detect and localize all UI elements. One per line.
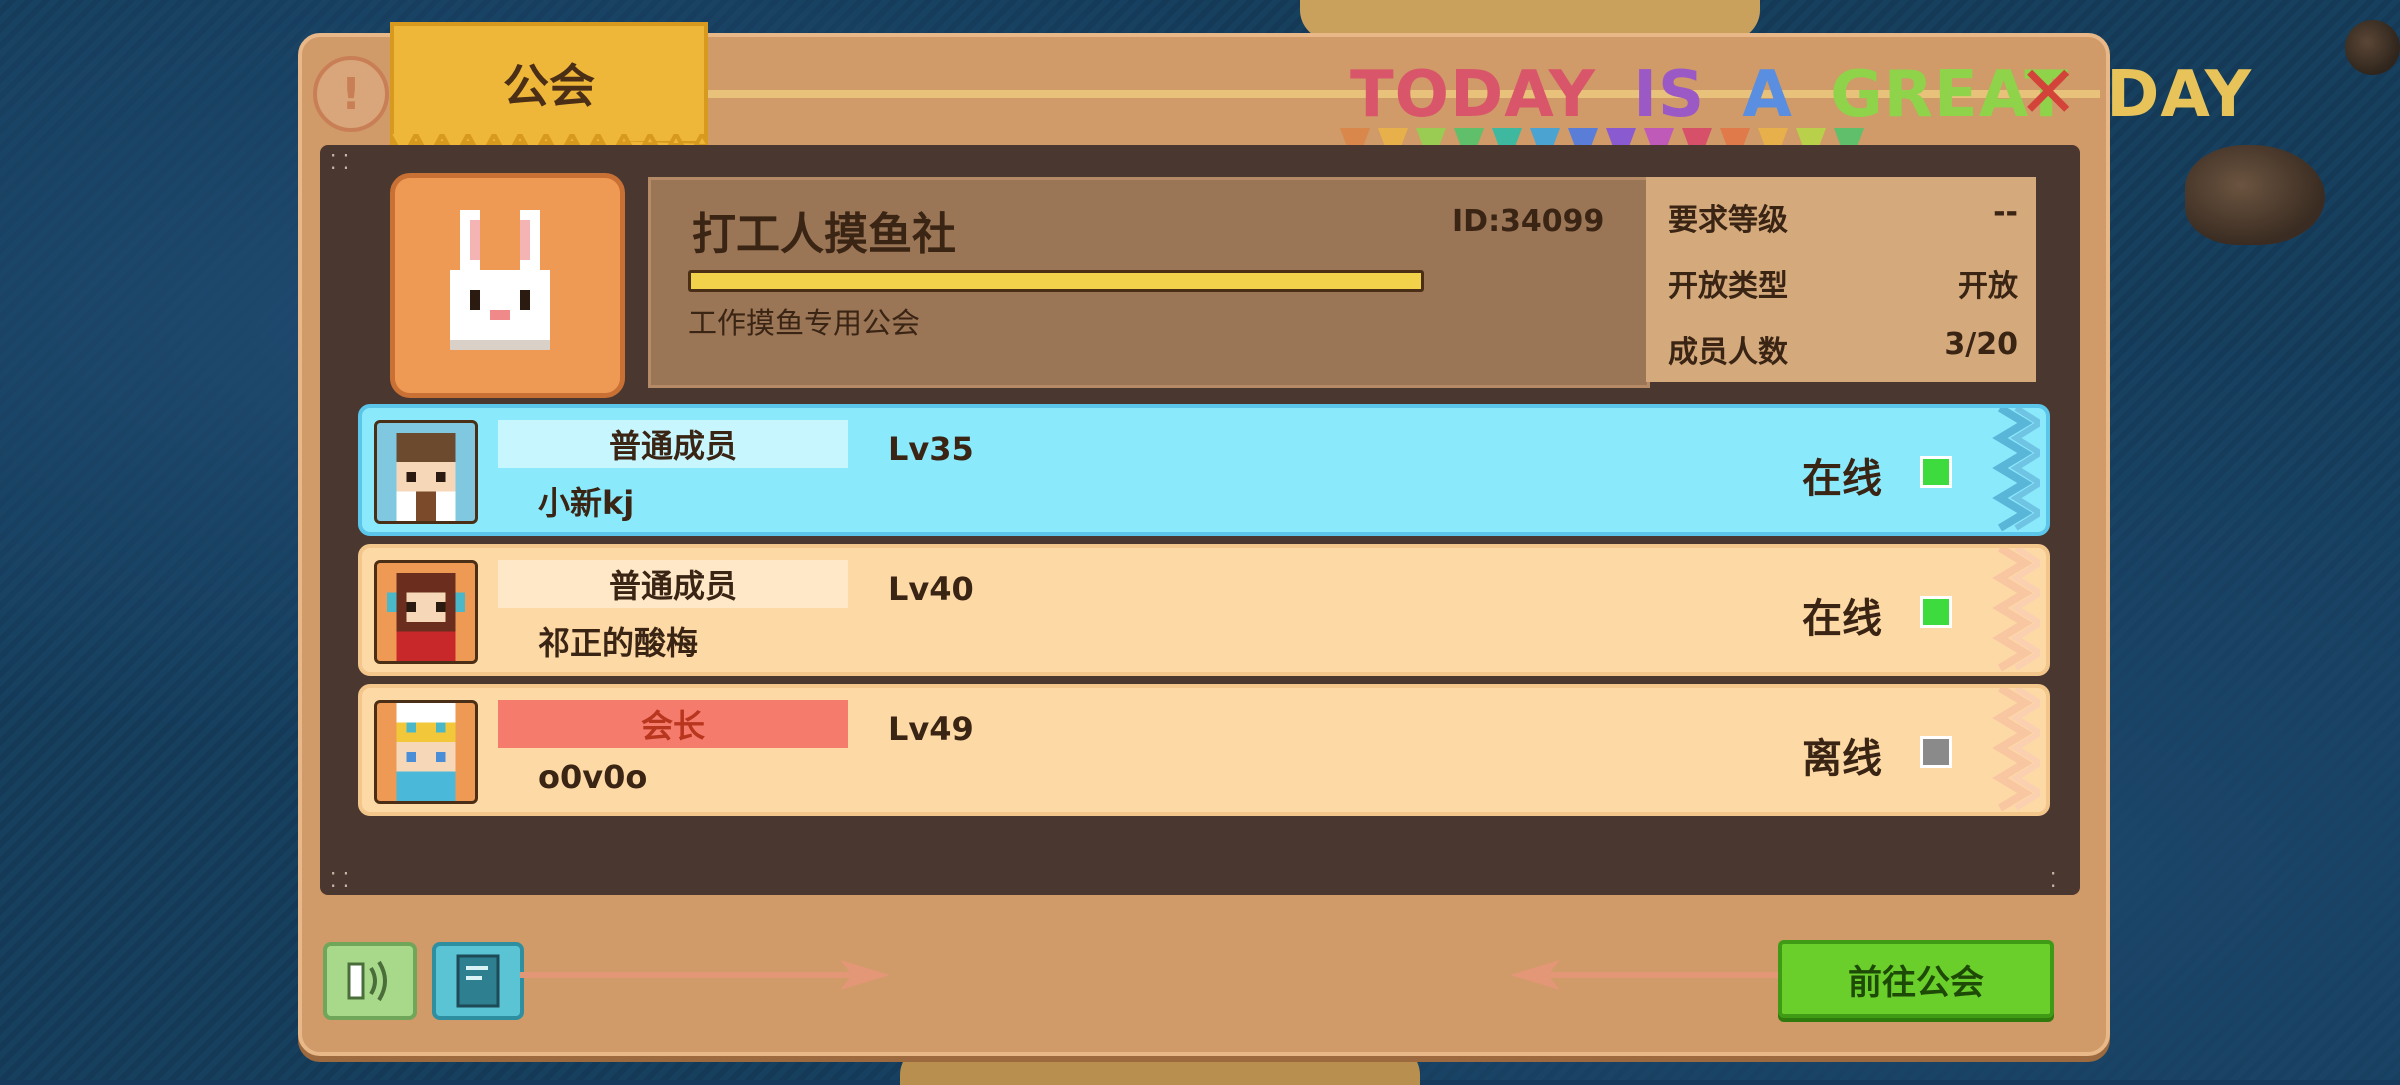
close-icon: ✕ — [2018, 50, 2079, 134]
member-row[interactable]: 会长 o0v0o Lv49 离线 — [358, 684, 2050, 816]
guild-name: 打工人摸鱼社 — [692, 209, 956, 260]
stat-label: 成员人数 — [1668, 335, 1788, 370]
guild-progress-bar — [688, 270, 1424, 292]
log-button[interactable] — [432, 942, 524, 1020]
bunny-icon — [450, 210, 550, 350]
voice-button[interactable] — [323, 942, 417, 1020]
member-row[interactable]: 普通成员 小新kj Lv35 在线 — [358, 404, 2050, 536]
banner-word: A — [1742, 58, 1793, 132]
corner-dots: ⁚ ⁚ — [330, 150, 350, 174]
close-button[interactable]: ✕ — [2018, 56, 2078, 128]
member-name: 小新kj — [538, 484, 635, 522]
member-name: o0v0o — [538, 758, 648, 796]
arrow-left-icon — [1510, 960, 1560, 990]
info-icon: ! — [340, 68, 362, 120]
stat-value: 开放 — [1958, 269, 2018, 304]
book-icon — [456, 954, 500, 1008]
corner-dots: ⁚ — [2050, 868, 2057, 892]
guild-description: 工作摸鱼专用公会 — [688, 306, 921, 340]
member-avatar — [374, 700, 478, 804]
member-name: 祁正的酸梅 — [538, 624, 699, 662]
member-row[interactable]: 普通成员 祁正的酸梅 Lv40 在线 — [358, 544, 2050, 676]
guild-stats: 要求等级 -- 开放类型 开放 成员人数 3/20 — [1646, 177, 2036, 382]
member-role-badge: 会长 — [498, 700, 848, 748]
stat-value: 3/20 — [1944, 327, 2018, 362]
banner-word: IS — [1633, 58, 1706, 132]
row-zigzag-decor — [1992, 548, 2040, 672]
decor-line — [1540, 972, 1780, 978]
status-dot — [1920, 596, 1952, 628]
member-role-badge: 普通成员 — [498, 420, 848, 468]
guild-tab-tag: 公会 — [390, 22, 708, 163]
guild-id: ID:34099 — [1452, 204, 1605, 239]
stat-open-type: 开放类型 开放 — [1668, 261, 2018, 304]
member-level: Lv40 — [888, 570, 974, 608]
member-role-badge: 普通成员 — [498, 560, 848, 608]
decor-line — [520, 972, 860, 978]
member-level: Lv49 — [888, 710, 974, 748]
speaker-icon — [347, 960, 387, 1002]
row-zigzag-decor — [1992, 408, 2040, 532]
go-to-guild-button[interactable]: 前往公会 — [1778, 940, 2054, 1018]
status-dot — [1920, 736, 1952, 768]
corner-dots: ⁚ ⁚ — [330, 868, 350, 892]
member-status: 离线 — [1802, 736, 1882, 782]
banner-word: DAY — [2106, 58, 2253, 132]
page-title: 公会 — [503, 59, 595, 113]
status-dot — [1920, 456, 1952, 488]
arrow-right-icon — [840, 960, 890, 990]
member-status: 在线 — [1802, 596, 1882, 642]
stat-required-level: 要求等级 -- — [1668, 195, 2018, 238]
banner-word: TODAY — [1350, 58, 1596, 132]
info-button[interactable]: ! — [313, 56, 389, 132]
stat-member-count: 成员人数 3/20 — [1668, 327, 2018, 370]
stat-label: 开放类型 — [1668, 269, 1788, 304]
stat-value: -- — [1993, 195, 2018, 230]
member-avatar — [374, 560, 478, 664]
row-zigzag-decor — [1992, 688, 2040, 812]
banner-slogan: TODAY IS A GREAT DAY — [1350, 58, 2266, 132]
map-rock — [2345, 20, 2400, 75]
member-status: 在线 — [1802, 456, 1882, 502]
member-avatar — [374, 420, 478, 524]
stat-label: 要求等级 — [1668, 203, 1788, 238]
map-rock — [2185, 145, 2325, 245]
member-level: Lv35 — [888, 430, 974, 468]
